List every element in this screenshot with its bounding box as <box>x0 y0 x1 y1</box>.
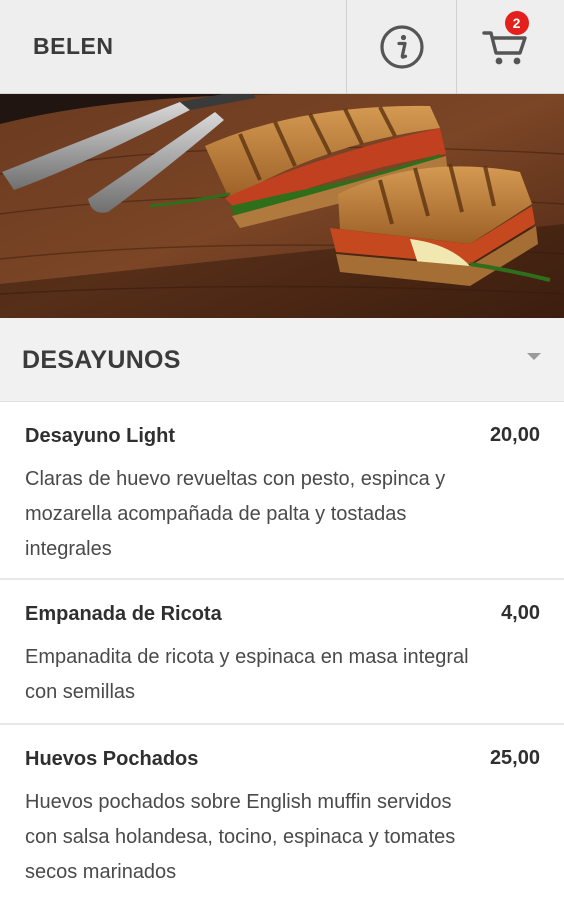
item-name: Huevos Pochados <box>25 748 199 770</box>
info-button[interactable] <box>346 0 456 94</box>
item-description: Huevos pochados sobre English muffin ser… <box>25 791 456 883</box>
menu-item[interactable]: Empanada de Ricota 4,00 Empanadita de ri… <box>0 580 564 725</box>
category-header-desayunos[interactable]: DESAYUNOS <box>0 318 564 402</box>
menu-item[interactable]: Desayuno Light 20,00 Claras de huevo rev… <box>0 402 564 580</box>
item-price: 4,00 <box>501 602 540 624</box>
item-price: 20,00 <box>489 424 540 446</box>
cart-count-badge: 2 <box>504 11 529 35</box>
hero-image <box>0 94 564 318</box>
item-description: Claras de huevo revueltas con pesto, esp… <box>25 468 446 560</box>
category-title: DESAYUNOS <box>22 346 181 374</box>
caret-down-icon[interactable] <box>527 353 541 360</box>
store-name[interactable]: BELEN <box>33 33 113 60</box>
item-price: 25,00 <box>489 747 540 769</box>
item-name: Empanada de Ricota <box>25 603 222 625</box>
item-name: Desayuno Light <box>25 425 176 447</box>
item-description: Empanadita de ricota y espinaca en masa … <box>25 646 469 703</box>
app-header: BELEN 2 <box>0 0 564 94</box>
menu-item[interactable]: Huevos Pochados 25,00 Huevos pochados so… <box>0 725 564 900</box>
sandwich-photo <box>0 94 564 318</box>
cart-button[interactable]: 2 <box>456 0 564 94</box>
info-icon <box>379 25 424 69</box>
